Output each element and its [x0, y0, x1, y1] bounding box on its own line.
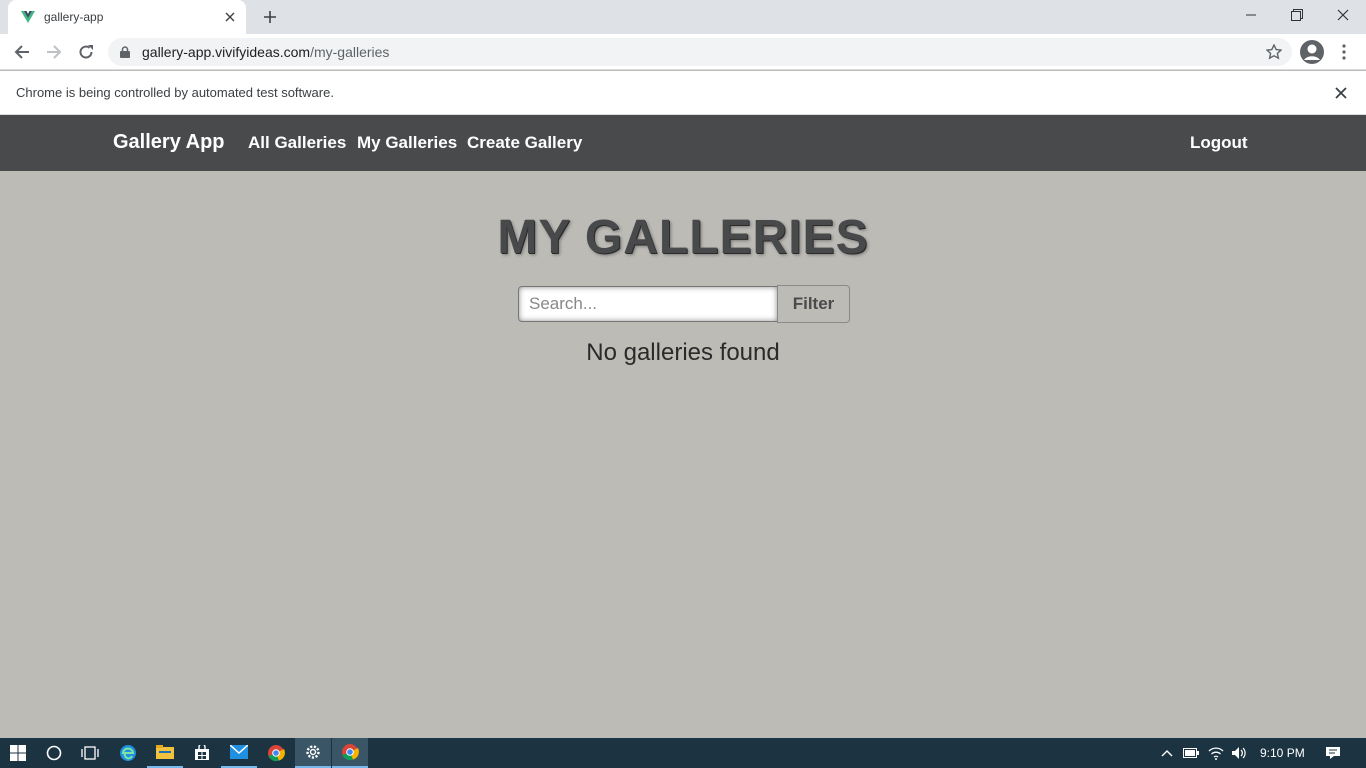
nav-all-galleries[interactable]: All Galleries — [248, 133, 346, 153]
close-window-icon[interactable] — [1320, 0, 1366, 30]
nav-create-gallery[interactable]: Create Gallery — [467, 133, 582, 153]
url-text: gallery-app.vivifyideas.com/my-galleries — [142, 44, 389, 60]
mail-icon[interactable] — [221, 738, 257, 768]
volume-icon[interactable] — [1231, 745, 1247, 761]
windows-taskbar: 9:10 PM — [0, 738, 1366, 768]
browser-tab[interactable]: gallery-app — [8, 0, 246, 34]
url-path: /my-galleries — [310, 44, 390, 60]
empty-state-message: No galleries found — [586, 339, 780, 366]
start-icon[interactable] — [0, 738, 36, 768]
chrome-icon[interactable] — [258, 738, 294, 768]
nav-my-galleries[interactable]: My Galleries — [357, 133, 457, 153]
restore-icon[interactable] — [1274, 0, 1320, 30]
filter-button[interactable]: Filter — [777, 285, 850, 323]
new-tab-icon[interactable] — [258, 6, 282, 28]
store-icon[interactable] — [184, 738, 220, 768]
browser-toolbar: gallery-app.vivifyideas.com/my-galleries — [0, 34, 1366, 70]
file-explorer-icon[interactable] — [147, 738, 183, 768]
brand-link[interactable]: Gallery App — [113, 131, 225, 154]
infobar-text: Chrome is being controlled by automated … — [16, 85, 334, 100]
back-arrow-icon[interactable] — [8, 38, 36, 66]
vue-favicon-icon — [20, 9, 36, 25]
chrome-icon[interactable] — [332, 738, 368, 768]
app-navbar: Gallery App All Galleries My Galleries C… — [0, 115, 1366, 171]
address-bar[interactable]: gallery-app.vivifyideas.com/my-galleries — [108, 38, 1292, 66]
tab-title: gallery-app — [44, 10, 104, 24]
browser-tab-strip: gallery-app — [0, 0, 1366, 34]
logout-link[interactable]: Logout — [1190, 133, 1248, 153]
search-input[interactable] — [518, 286, 778, 322]
automation-infobar: Chrome is being controlled by automated … — [0, 71, 1366, 115]
reload-icon[interactable] — [72, 38, 100, 66]
tab-close-icon[interactable] — [222, 9, 238, 25]
page-title: MY GALLERIES — [497, 211, 869, 264]
infobar-close-icon[interactable] — [1333, 85, 1349, 106]
taskbar-clock[interactable]: 9:10 PM — [1260, 746, 1305, 760]
task-view-icon[interactable] — [72, 738, 108, 768]
bookmark-star-icon[interactable] — [1265, 43, 1283, 60]
profile-avatar-icon[interactable] — [1299, 39, 1325, 65]
minimize-icon[interactable] — [1228, 0, 1274, 30]
url-host: gallery-app.vivifyideas.com — [142, 44, 311, 60]
wifi-icon[interactable] — [1208, 745, 1224, 761]
cortana-icon[interactable] — [36, 738, 72, 768]
edge-icon[interactable] — [110, 738, 146, 768]
lock-icon[interactable] — [118, 45, 132, 59]
settings-icon[interactable] — [295, 738, 331, 768]
battery-icon[interactable] — [1183, 745, 1199, 761]
action-center-icon[interactable] — [1325, 745, 1341, 761]
forward-arrow-icon[interactable] — [40, 38, 68, 66]
browser-menu-icon[interactable] — [1334, 42, 1354, 62]
chevron-up-icon[interactable] — [1159, 745, 1175, 761]
